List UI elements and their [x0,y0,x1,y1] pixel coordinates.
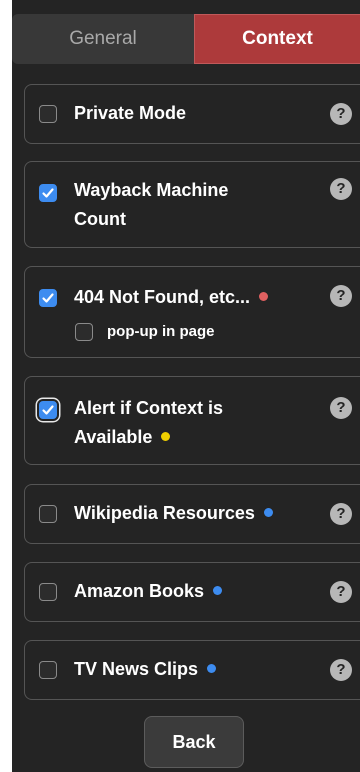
yellow-status-dot [161,431,171,441]
404-not-found-checkbox[interactable] [39,289,57,307]
wikipedia-resources-checkbox[interactable] [39,505,57,523]
option-wayback-machine-count: Wayback Machine Count ? [24,161,360,248]
popup-in-page-checkbox[interactable] [75,323,93,341]
help-icon[interactable]: ? [330,503,352,525]
tab-general[interactable]: General [12,14,194,64]
blue-status-dot [263,507,273,517]
option-alert-context-available: Alert if Context is Available ? [24,376,360,465]
checkmark-icon [42,405,54,415]
option-label-line-2: Count [74,209,126,229]
option-wikipedia-resources: Wikipedia Resources ? [24,484,360,544]
blue-status-dot [213,585,223,595]
option-label-text: Wikipedia Resources [74,503,255,523]
help-icon[interactable]: ? [330,178,352,200]
option-private-mode: Private Mode ? [24,84,360,144]
option-tv-news-clips: TV News Clips ? [24,640,360,700]
option-label-text: Amazon Books [74,581,205,601]
checkmark-icon [42,293,54,303]
tab-context[interactable]: Context [194,14,360,64]
option-label-text: Available [74,427,153,447]
option-label-line-1: Wayback Machine [74,180,229,200]
option-label-line-1: Alert if Context is [74,398,224,418]
option-label: 404 Not Found, etc... [74,283,269,311]
tv-news-clips-checkbox[interactable] [39,661,57,679]
help-icon[interactable]: ? [330,103,352,125]
red-status-dot [259,291,269,301]
option-label-line-2: Available [74,423,171,451]
option-label: Amazon Books [74,577,223,605]
help-icon[interactable]: ? [330,285,352,307]
popup-in-page-label: pop-up in page [107,323,215,340]
option-label: TV News Clips [74,655,217,683]
help-icon[interactable]: ? [330,397,352,419]
alert-context-checkbox[interactable] [39,401,57,419]
option-label-text: TV News Clips [74,659,199,679]
option-amazon-books: Amazon Books ? [24,562,360,622]
amazon-books-checkbox[interactable] [39,583,57,601]
option-404-not-found: 404 Not Found, etc... ? pop-up in page [24,266,360,358]
help-icon[interactable]: ? [330,581,352,603]
option-label: Wikipedia Resources [74,499,273,527]
checkmark-icon [42,188,54,198]
tab-bar: General Context [12,14,360,64]
option-label-text: 404 Not Found, etc... [74,287,251,307]
wayback-count-checkbox[interactable] [39,184,57,202]
back-button[interactable]: Back [144,716,244,768]
help-icon[interactable]: ? [330,659,352,681]
blue-status-dot [207,663,217,673]
private-mode-checkbox[interactable] [39,105,57,123]
option-label: Private Mode [74,103,187,123]
